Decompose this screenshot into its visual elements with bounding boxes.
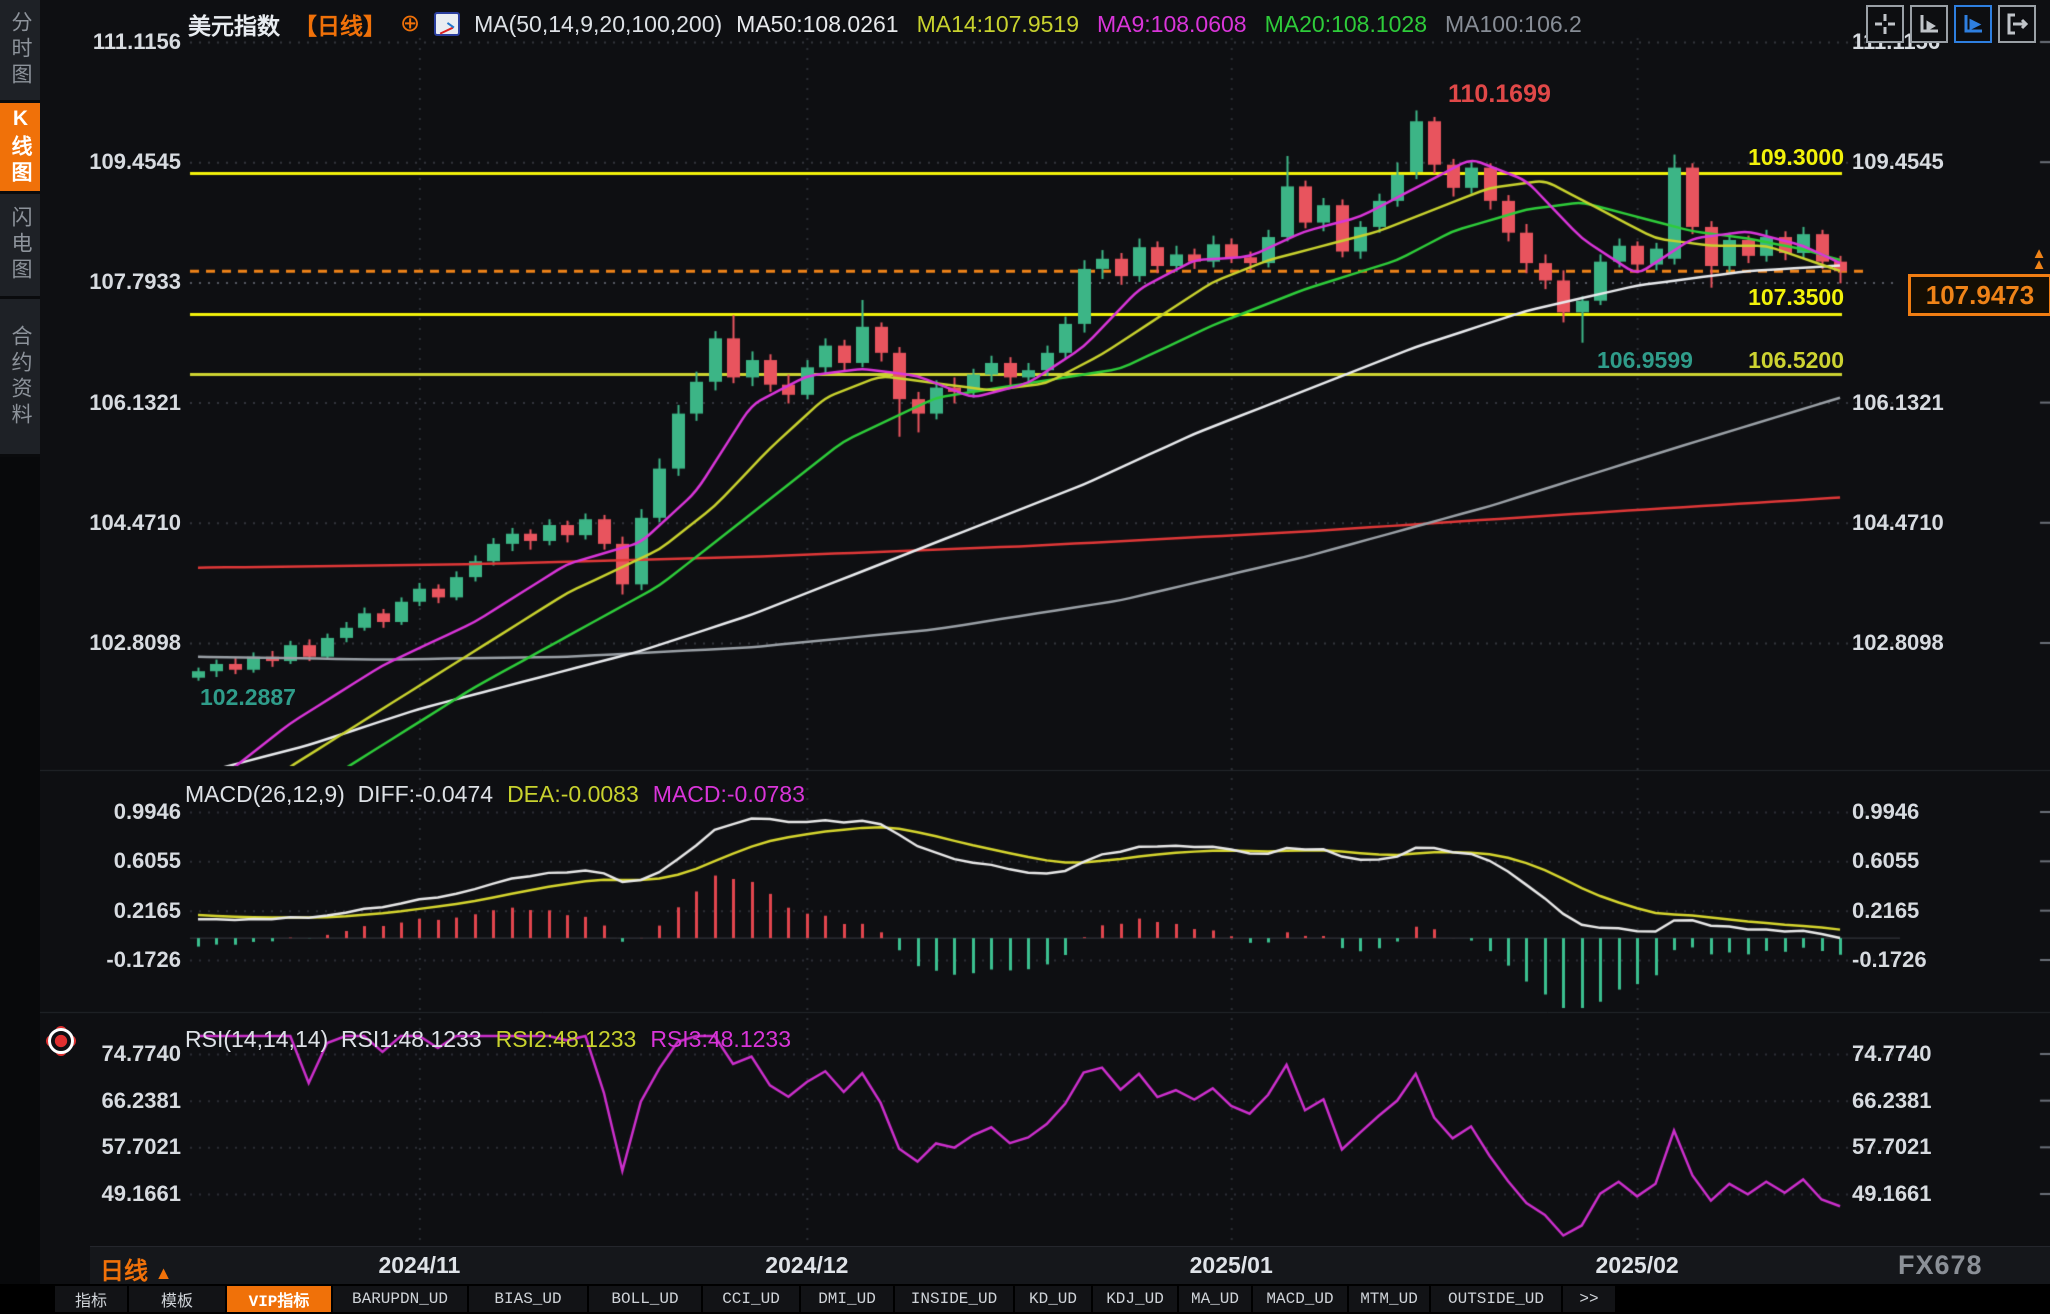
price-axis-left-label: 107.7933 xyxy=(40,269,181,295)
chart-toolbar xyxy=(1866,5,2036,43)
rsi2-value: RSI2:48.1233 xyxy=(496,1026,637,1053)
chart-main: 美元指数 【日线】 ⊕ MA(50,14,9,20,100,200) MA50:… xyxy=(40,0,2050,1314)
macd-axis-left-label: -0.1726 xyxy=(40,947,181,973)
indicator-tab-14[interactable]: MTM_UD xyxy=(1349,1286,1429,1312)
mini-chart-icon[interactable] xyxy=(434,12,460,36)
sidebar-item-1[interactable]: 分时图 xyxy=(0,0,40,103)
price-axis-right-label: 102.8098 xyxy=(1852,630,1944,656)
price-axis-left-label: 104.4710 xyxy=(40,510,181,536)
axis-scale-icon[interactable] xyxy=(1910,5,1948,43)
timeframe-selector[interactable]: 日线 ▲ xyxy=(100,1251,173,1286)
swing-low-label: 106.9599 xyxy=(1597,347,1693,374)
chart-canvas[interactable] xyxy=(40,0,2050,1314)
indicator-tab-15[interactable]: OUTSIDE_UD xyxy=(1431,1286,1561,1312)
macd-axis-right-label: -0.1726 xyxy=(1852,947,1927,973)
trading-app: 分时图 K线图闪电图合约资料 美元指数 【日线】 ⊕ MA(50,14,9,20,… xyxy=(0,0,2050,1314)
indicator-tab-16[interactable]: >> xyxy=(1563,1286,1615,1312)
macd-axis-right-label: 0.6055 xyxy=(1852,848,1919,874)
ma-value-4: MA20:108.1028 xyxy=(1265,11,1427,38)
period-tag[interactable]: 【日线】 xyxy=(294,7,386,41)
price-up-arrows-icon: ▲▲ xyxy=(2024,248,2050,270)
level-label-106-52: 106.5200 xyxy=(1740,347,1844,374)
rsi-axis-right-label: 57.7021 xyxy=(1852,1134,1932,1160)
ma-value-1: MA50:108.0261 xyxy=(736,11,898,38)
sidebar-item-2[interactable]: K线图 xyxy=(0,103,40,194)
macd-axis-left-label: 0.9946 xyxy=(40,799,181,825)
ma-value-3: MA9:108.0608 xyxy=(1097,11,1247,38)
rsi-header: RSI(14,14,14) RSI1:48.1233 RSI2:48.1233 … xyxy=(185,1026,791,1053)
price-axis-right-label: 106.1321 xyxy=(1852,390,1944,416)
rsi-axis-right-label: 49.1661 xyxy=(1852,1181,1932,1207)
indicator-tab-6[interactable]: BOLL_UD xyxy=(589,1286,701,1312)
macd-header: MACD(26,12,9) DIFF:-0.0474 DEA:-0.0083 M… xyxy=(185,781,805,808)
exit-right-icon[interactable] xyxy=(1998,5,2036,43)
level-label-107-35: 107.3500 xyxy=(1740,284,1844,311)
price-axis-left-label: 109.4545 xyxy=(40,149,181,175)
ma-value-5: MA100:106.2 xyxy=(1445,11,1582,38)
start-low-label: 102.2887 xyxy=(200,684,296,711)
watermark: FX678 xyxy=(1898,1250,1983,1281)
rsi-axis-left-label: 49.1661 xyxy=(40,1181,181,1207)
chart-header: 美元指数 【日线】 ⊕ MA(50,14,9,20,100,200) MA50:… xyxy=(188,7,1582,41)
price-axis-left-label: 102.8098 xyxy=(40,630,181,656)
macd-title: MACD(26,12,9) DIFF:-0.0474 xyxy=(185,781,493,808)
sidebar-item-label: 合约资料 xyxy=(0,325,40,429)
indicator-tab-13[interactable]: MACD_UD xyxy=(1253,1286,1347,1312)
swing-high-label: 110.1699 xyxy=(1448,80,1551,109)
ma-title: MA(50,14,9,20,100,200) xyxy=(474,11,722,38)
price-axis-left-label: 106.1321 xyxy=(40,390,181,416)
date-axis-label-3: 2025/01 xyxy=(1190,1252,1273,1279)
indicator-tab-9[interactable]: INSIDE_UD xyxy=(895,1286,1013,1312)
sidebar-item-label: K线图 xyxy=(0,107,40,187)
tabbar-spacer xyxy=(0,1284,55,1314)
macd-axis-right-label: 0.9946 xyxy=(1852,799,1919,825)
macd-value: MACD:-0.0783 xyxy=(653,781,805,808)
plus-circle-icon[interactable]: ⊕ xyxy=(400,13,420,35)
indicator-tab-8[interactable]: DMI_UD xyxy=(801,1286,893,1312)
date-axis-label-4: 2025/02 xyxy=(1596,1252,1679,1279)
sidebar: 分时图 K线图闪电图合约资料 xyxy=(0,0,40,1284)
ma-legend: MA50:108.0261 MA14:107.9519 MA9:108.0608 MA… xyxy=(736,11,1582,38)
price-axis-right-label: 109.4545 xyxy=(1852,149,1944,175)
axis-play-icon[interactable] xyxy=(1954,5,1992,43)
indicator-tab-12[interactable]: MA_UD xyxy=(1179,1286,1251,1312)
rsi-axis-right-label: 66.2381 xyxy=(1852,1088,1932,1114)
ma-value-2: MA14:107.9519 xyxy=(917,11,1079,38)
indicator-tab-10[interactable]: KD_UD xyxy=(1015,1286,1091,1312)
rsi-axis-left-label: 57.7021 xyxy=(40,1134,181,1160)
macd-axis-left-label: 0.6055 xyxy=(40,848,181,874)
indicator-tab-7[interactable]: CCI_UD xyxy=(703,1286,799,1312)
price-axis-left-label: 111.1156 xyxy=(40,29,181,55)
level-label-109-30: 109.3000 xyxy=(1740,144,1844,171)
indicator-tab-4[interactable]: BARUPDN_UD xyxy=(333,1286,467,1312)
sidebar-item-label: 分时图 xyxy=(0,11,40,89)
current-price-box: 107.9473 xyxy=(1908,274,2050,316)
indicator-tab-3[interactable]: VIP指标 xyxy=(227,1286,331,1312)
rsi-title: RSI(14,14,14) RSI1:48.1233 xyxy=(185,1026,482,1053)
indicator-tabbar: 指标模板VIP指标BARUPDN_UDBIAS_UDBOLL_UDCCI_UDD… xyxy=(0,1284,2050,1314)
sidebar-item-3[interactable]: 闪电图 xyxy=(0,194,40,299)
date-axis-label-2: 2024/12 xyxy=(765,1252,848,1279)
indicator-tab-1[interactable]: 指标 xyxy=(55,1286,127,1312)
sidebar-item-label: 闪电图 xyxy=(0,206,40,284)
indicator-tab-11[interactable]: KDJ_UD xyxy=(1093,1286,1177,1312)
indicator-tab-5[interactable]: BIAS_UD xyxy=(469,1286,587,1312)
rsi-axis-right-label: 74.7740 xyxy=(1852,1041,1932,1067)
rsi-axis-left-label: 74.7740 xyxy=(40,1041,181,1067)
sidebar-item-4[interactable]: 合约资料 xyxy=(0,299,40,457)
rsi3-value: RSI3:48.1233 xyxy=(650,1026,791,1053)
date-axis-label-1: 2024/11 xyxy=(378,1252,460,1279)
price-axis-right-label: 104.4710 xyxy=(1852,510,1944,536)
macd-dea-value: DEA:-0.0083 xyxy=(507,781,639,808)
macd-axis-right-label: 0.2165 xyxy=(1852,898,1919,924)
macd-axis-left-label: 0.2165 xyxy=(40,898,181,924)
rsi-axis-left-label: 66.2381 xyxy=(40,1088,181,1114)
symbol-name: 美元指数 xyxy=(188,7,280,41)
pan-cross-icon[interactable] xyxy=(1866,5,1904,43)
indicator-tab-2[interactable]: 模板 xyxy=(129,1286,225,1312)
